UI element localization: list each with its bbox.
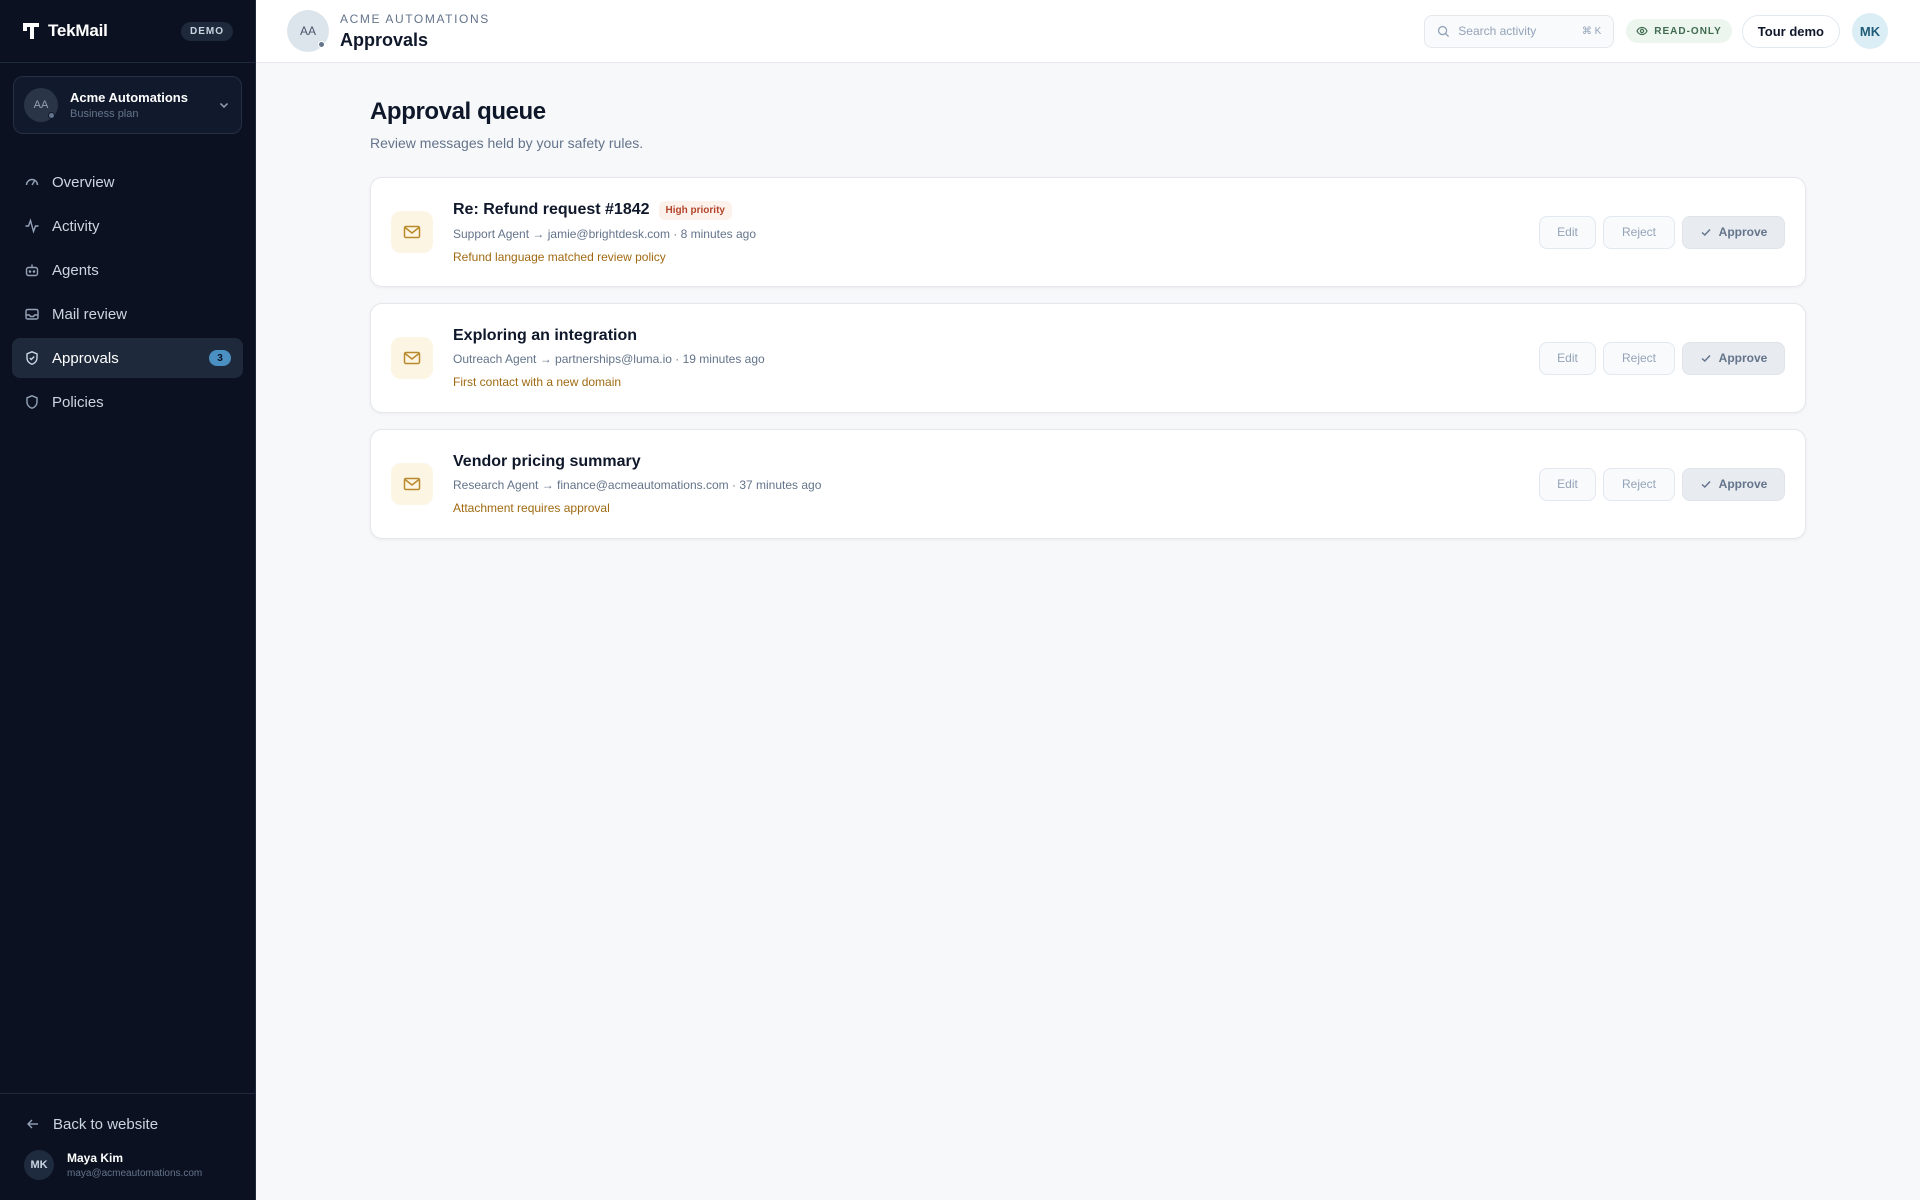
approval-card: Re: Refund request #1842 High priority S… xyxy=(370,177,1806,287)
check-icon xyxy=(1701,228,1711,237)
mail-icon xyxy=(391,211,433,253)
arrow-left-icon xyxy=(27,1119,38,1129)
org-initials: AA xyxy=(299,24,316,38)
sidebar-nav: Overview Activity Agents Mail review App… xyxy=(0,162,255,422)
priority-badge: High priority xyxy=(658,200,732,220)
sidebar-item-policies[interactable]: Policies xyxy=(12,382,243,422)
mail-icon xyxy=(391,337,433,379)
search-placeholder: Search activity xyxy=(1458,24,1537,38)
demo-badge: DEMO xyxy=(181,21,233,41)
sidebar-item-label: Mail review xyxy=(52,305,128,323)
edit-button[interactable]: Edit xyxy=(1539,467,1596,501)
back-to-website-link[interactable]: Back to website xyxy=(0,1104,256,1144)
sidebar-item-label: Approvals xyxy=(52,349,119,367)
inbox-icon xyxy=(25,308,39,320)
user-name: Maya Kim xyxy=(67,1151,124,1165)
approvals-count-badge: 3 xyxy=(209,350,231,366)
topbar: AA ACME AUTOMATIONS Approvals Search act… xyxy=(256,0,1920,63)
sidebar-item-mail-review[interactable]: Mail review xyxy=(12,294,243,334)
sidebar-item-approvals[interactable]: Approvals 3 xyxy=(12,338,243,378)
sidebar-footer: Back to website MK Maya Kim maya@acmeaut… xyxy=(0,1093,256,1200)
user-email: maya@acmeautomations.com xyxy=(67,1168,203,1179)
reject-button[interactable]: Reject xyxy=(1603,341,1675,375)
brand-name: TekMail xyxy=(48,21,108,40)
read-only-badge: READ-ONLY xyxy=(1626,19,1732,43)
hold-reason: Attachment requires approval xyxy=(453,501,610,515)
check-icon xyxy=(1701,354,1711,363)
eye-icon xyxy=(1636,26,1648,36)
sidebar-item-label: Activity xyxy=(52,217,100,235)
approve-label: Approve xyxy=(1718,225,1768,239)
approve-label: Approve xyxy=(1718,351,1768,365)
tour-demo-button[interactable]: Tour demo xyxy=(1741,14,1840,48)
workspace-switcher[interactable]: AA Acme Automations Business plan xyxy=(13,76,242,134)
queue-title: Approval queue xyxy=(370,98,546,125)
avatar: MK xyxy=(24,1150,54,1180)
status-dot xyxy=(48,112,55,119)
workspace-plan: Business plan xyxy=(70,108,139,120)
approval-queue: Approval queue Review messages held by y… xyxy=(370,98,1806,555)
message-subject: Exploring an integration xyxy=(453,327,638,344)
read-only-label: READ-ONLY xyxy=(1654,25,1722,37)
page-title: Approvals xyxy=(340,29,429,50)
hold-reason: Refund language matched review policy xyxy=(453,249,666,264)
back-link-label: Back to website xyxy=(53,1115,159,1133)
shield-icon xyxy=(26,395,38,409)
sidebar-item-label: Policies xyxy=(52,393,104,411)
user-profile[interactable]: MK Maya Kim maya@acmeautomations.com xyxy=(0,1150,256,1200)
org-name: ACME AUTOMATIONS xyxy=(340,11,490,26)
approve-button[interactable]: Approve xyxy=(1682,215,1785,249)
avatar[interactable]: MK xyxy=(1852,13,1888,49)
message-meta: Outreach Agent → partnerships@luma.io · … xyxy=(453,352,765,366)
message-subject: Re: Refund request #1842 xyxy=(453,201,650,218)
approval-card: Exploring an integration Outreach Agent … xyxy=(370,303,1806,413)
queue-subtitle: Review messages held by your safety rule… xyxy=(370,135,644,151)
sidebar-item-overview[interactable]: Overview xyxy=(12,162,243,202)
check-icon xyxy=(1701,480,1711,489)
status-dot xyxy=(318,41,325,48)
sidebar-item-agents[interactable]: Agents xyxy=(12,250,243,290)
hold-reason: First contact with a new domain xyxy=(453,375,622,389)
org-avatar: AA xyxy=(287,10,329,52)
workspace-name: Acme Automations xyxy=(70,90,188,105)
approval-list: Re: Refund request #1842 High priority S… xyxy=(370,177,1806,539)
message-meta: Support Agent → jamie@brightdesk.com · 8… xyxy=(453,226,756,241)
search-input[interactable]: Search activity ⌘ K xyxy=(1424,14,1615,48)
sidebar-item-activity[interactable]: Activity xyxy=(12,206,243,246)
gauge-icon xyxy=(25,178,39,186)
approve-button[interactable]: Approve xyxy=(1682,467,1785,501)
workspace-avatar: AA xyxy=(24,88,58,122)
sidebar: TekMail DEMO AA Acme Automations Busines… xyxy=(0,0,256,1200)
message-subject: Vendor pricing summary xyxy=(453,453,641,470)
tekmail-logo-icon xyxy=(23,23,39,39)
shield-check-icon xyxy=(26,351,38,365)
reject-button[interactable]: Reject xyxy=(1603,467,1675,501)
chevron-down-icon xyxy=(219,102,229,109)
edit-button[interactable]: Edit xyxy=(1539,215,1596,249)
activity-icon xyxy=(25,218,39,234)
message-meta: Research Agent → finance@acmeautomations… xyxy=(453,478,822,492)
brand-header: TekMail DEMO xyxy=(0,0,255,63)
edit-button[interactable]: Edit xyxy=(1539,341,1596,375)
sidebar-item-label: Agents xyxy=(52,261,99,279)
sidebar-item-label: Overview xyxy=(52,173,115,191)
approve-button[interactable]: Approve xyxy=(1682,341,1785,375)
approval-card: Vendor pricing summary Research Agent → … xyxy=(370,429,1806,539)
search-shortcut: ⌘ K xyxy=(1581,25,1602,37)
approve-label: Approve xyxy=(1718,477,1768,491)
search-icon xyxy=(1438,25,1450,37)
reject-button[interactable]: Reject xyxy=(1603,215,1675,249)
mail-icon xyxy=(391,463,433,505)
bot-icon xyxy=(25,264,39,277)
workspace-initials: AA xyxy=(33,99,49,111)
